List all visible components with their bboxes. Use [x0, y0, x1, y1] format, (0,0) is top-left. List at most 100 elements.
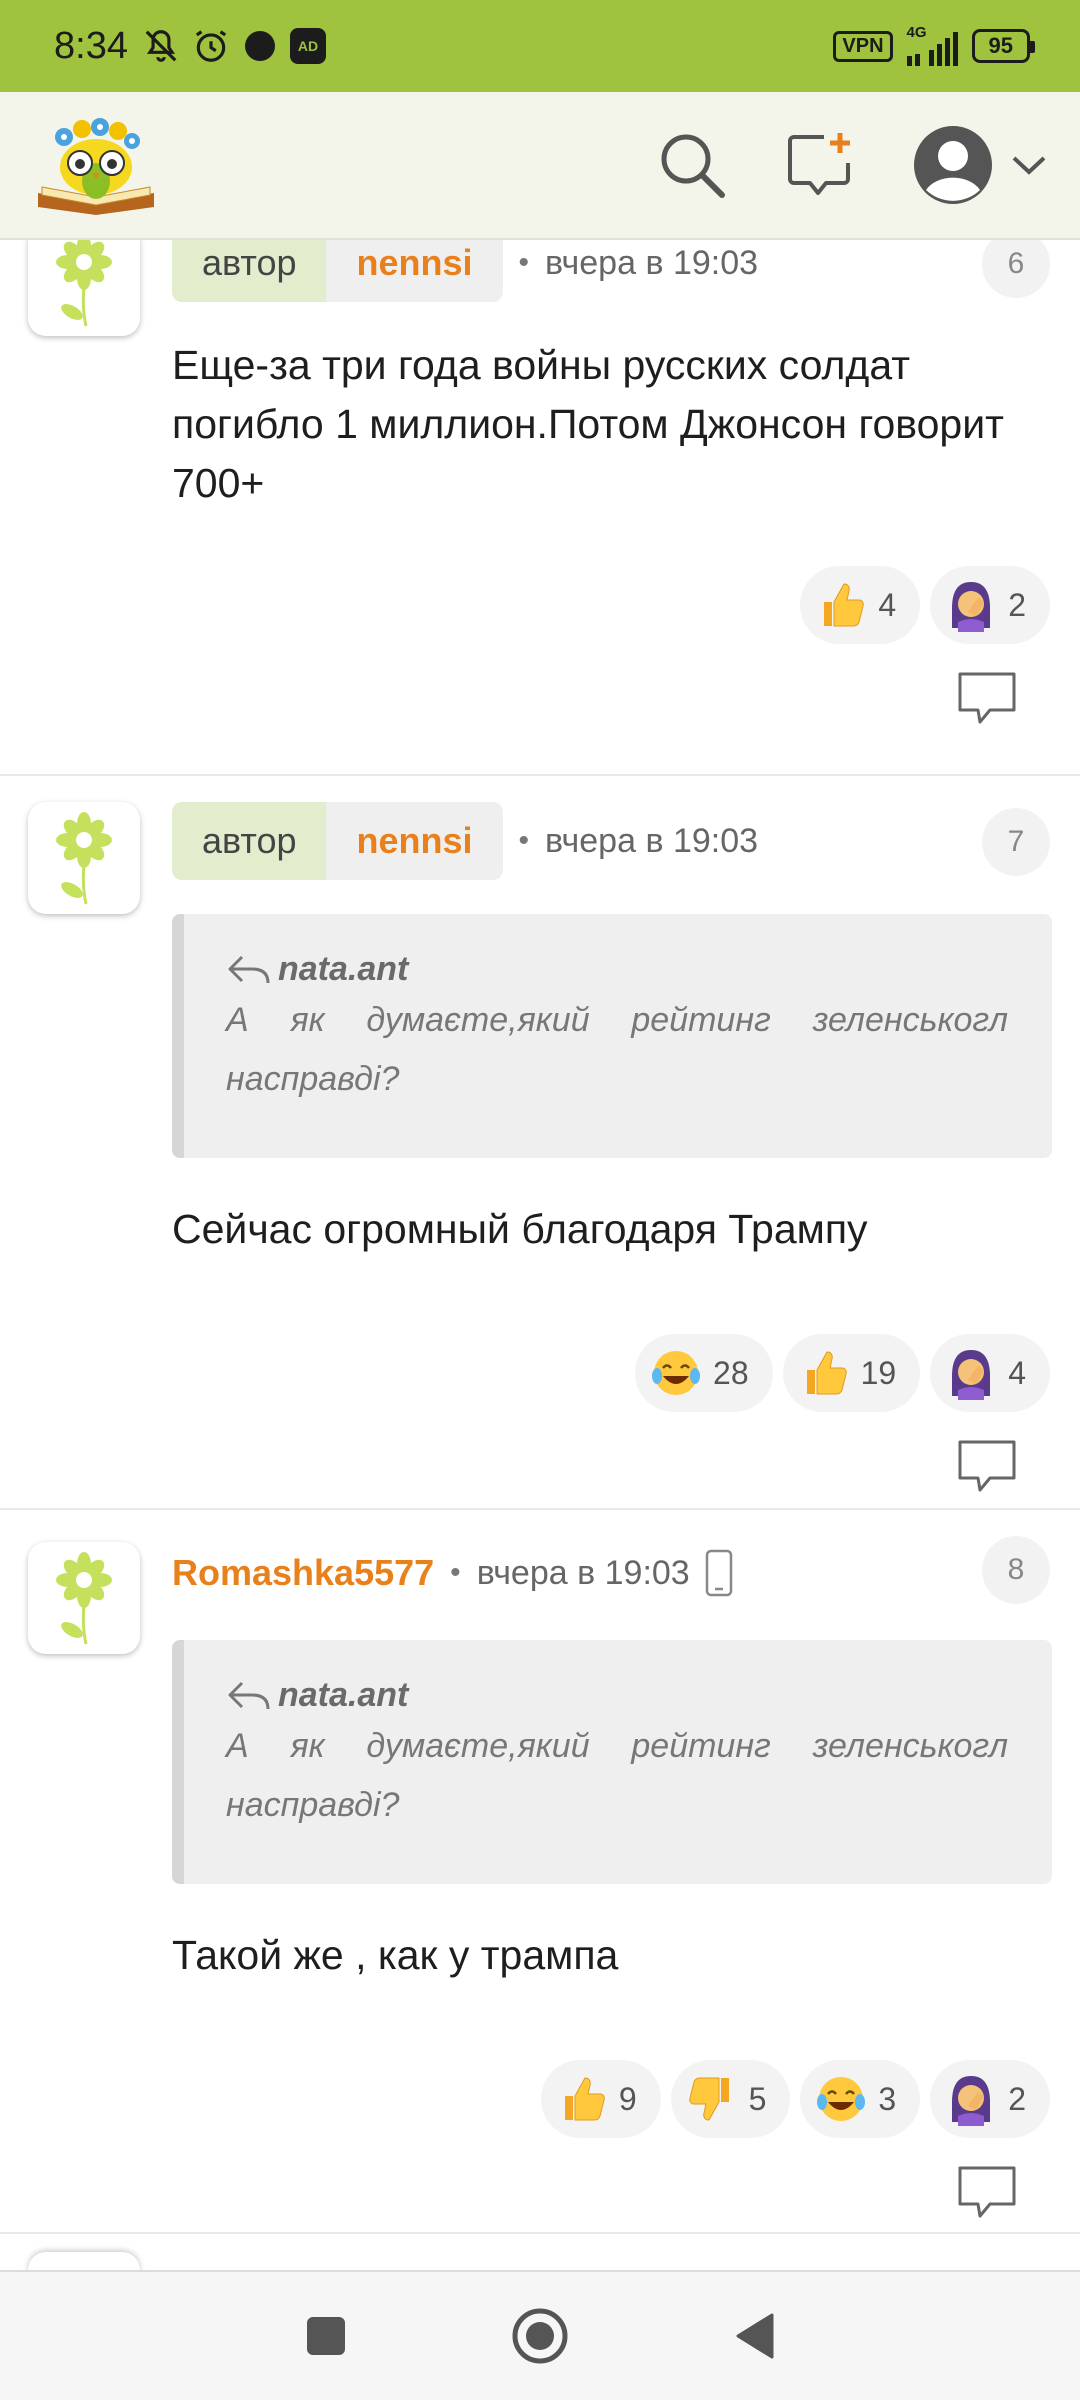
comment-text: Еще-за три года войны русских солдат пог…	[172, 342, 1004, 506]
battery-indicator: 95	[971, 29, 1036, 63]
recents-button[interactable]	[294, 2304, 358, 2368]
reactions-bar: 28 19 4	[635, 1334, 1050, 1412]
reaction-tears-of-joy[interactable]: 3	[800, 2060, 921, 2138]
author-label: автор	[172, 240, 327, 302]
author-badge[interactable]: автор nennsi	[172, 802, 503, 880]
status-bar: 8:34 AD VPN 4G 95	[0, 0, 1080, 92]
separator-dot: •	[518, 246, 530, 279]
comment-item: автор nennsi • вчера в 19:03 7 nata.ant …	[0, 776, 1080, 1510]
user-avatar[interactable]	[28, 240, 140, 336]
quote-text: А як думаєте,який рейтинг зеленськогл на…	[226, 1727, 1008, 1824]
quoted-comment[interactable]: nata.ant А як думаєте,який рейтинг зелен…	[172, 1640, 1052, 1884]
facepalm-icon	[952, 1350, 991, 1400]
home-button[interactable]	[508, 2304, 572, 2368]
search-icon[interactable]	[656, 129, 728, 201]
author-name[interactable]: nennsi	[326, 240, 503, 302]
square-icon	[307, 2317, 345, 2355]
quote-author-name[interactable]: nata.ant	[278, 950, 408, 989]
reaction-thumbs-up[interactable]: 4	[800, 566, 921, 644]
quoted-comment[interactable]: nata.ant А як думаєте,який рейтинг зелен…	[172, 914, 1052, 1158]
separator-dot: •	[450, 1556, 461, 1589]
notifications-off-icon	[145, 30, 177, 62]
comment-item: Romashka5577 • вчера в 19:03 8 nata.ant …	[0, 1510, 1080, 2234]
reaction-count: 4	[878, 586, 897, 623]
user-avatar[interactable]	[28, 802, 140, 914]
reaction-thumbs-up[interactable]: 9	[540, 2060, 661, 2138]
user-avatar[interactable]	[28, 1542, 140, 1654]
author-badge[interactable]: автор nennsi	[172, 240, 503, 302]
comment-time[interactable]: вчера в 19:03	[545, 822, 758, 861]
comment-text: Такой же , как у трампа	[172, 1932, 619, 1978]
reaction-count: 4	[1008, 1354, 1026, 1391]
comment-meta: автор nennsi • вчера в 19:03	[172, 802, 758, 880]
reaction-count: 28	[713, 1354, 749, 1391]
quote-text: А як думаєте,який рейтинг зеленськогл на…	[226, 1001, 1008, 1098]
profile-menu[interactable]	[912, 124, 1046, 206]
reaction-count: 19	[860, 1354, 897, 1391]
home-circle-icon	[512, 2308, 568, 2364]
reaction-facepalm[interactable]: 2	[930, 566, 1050, 644]
clock: 8:34	[54, 24, 128, 67]
reply-icon[interactable]	[956, 670, 1018, 726]
reaction-count: 3	[878, 2080, 897, 2117]
thumbs-up-icon	[806, 1351, 847, 1395]
system-navigation-bar	[0, 2270, 1080, 2400]
daisy-avatar-icon	[56, 240, 112, 327]
reaction-tears-of-joy[interactable]: 28	[635, 1334, 773, 1412]
comment-meta: Romashka5577 • вчера в 19:03	[172, 1534, 734, 1612]
comment-number[interactable]: 8	[982, 1536, 1050, 1604]
author-name[interactable]: nennsi	[326, 802, 503, 880]
daisy-avatar-icon	[56, 1552, 112, 1645]
thumbs-up-icon	[564, 2077, 605, 2121]
comment-number[interactable]: 6	[982, 240, 1050, 298]
thumbs-up-icon	[824, 583, 865, 627]
facepalm-icon	[952, 2076, 991, 2126]
reaction-facepalm[interactable]: 2	[930, 2060, 1050, 2138]
comment-meta: автор nennsi • вчера в 19:03	[172, 240, 758, 302]
reply-icon[interactable]	[956, 1438, 1018, 1494]
next-comment-peek	[28, 2252, 140, 2270]
avatar-icon	[914, 126, 992, 204]
quote-author-name[interactable]: nata.ant	[278, 1676, 408, 1715]
comments-feed[interactable]: автор nennsi • вчера в 19:03 6 Еще-за тр…	[0, 240, 1080, 2270]
quote-author: nata.ant	[226, 950, 1008, 989]
reply-arrow-icon	[228, 955, 270, 983]
facepalm-icon	[952, 582, 991, 632]
reply-arrow-icon	[228, 1681, 270, 1709]
alarm-icon	[195, 30, 227, 62]
reactions-bar: 4 2	[800, 566, 1050, 644]
record-dot-icon	[244, 31, 275, 61]
quote-author: nata.ant	[226, 1676, 1008, 1715]
app-header	[0, 92, 1080, 240]
back-button[interactable]	[722, 2304, 786, 2368]
book-owl-logo[interactable]	[34, 115, 158, 215]
vpn-indicator: VPN	[833, 30, 893, 62]
tears-of-joy-icon	[652, 1351, 701, 1395]
separator-dot: •	[518, 824, 530, 857]
comment-number[interactable]: 7	[982, 808, 1050, 876]
tears-of-joy-icon	[817, 2077, 866, 2121]
comment-text: Сейчас огромный благодаря Трампу	[172, 1206, 868, 1252]
reaction-count: 2	[1008, 586, 1026, 623]
reactions-bar: 9 5 3 2	[540, 2060, 1050, 2138]
reaction-count: 5	[748, 2080, 767, 2117]
adblock-icon: AD	[289, 28, 326, 64]
author-name[interactable]: Romashka5577	[172, 1552, 434, 1594]
signal-icon: 4G	[906, 24, 958, 66]
mobile-device-icon	[705, 1549, 732, 1597]
back-triangle-icon	[736, 2313, 774, 2359]
new-comment-icon[interactable]	[784, 129, 856, 201]
reaction-thumbs-up[interactable]: 19	[782, 1334, 921, 1412]
comment-time[interactable]: вчера в 19:03	[545, 244, 758, 283]
reaction-facepalm[interactable]: 4	[930, 1334, 1050, 1412]
daisy-avatar-icon	[56, 812, 112, 905]
thumbs-down-icon	[688, 2077, 729, 2121]
comment-time[interactable]: вчера в 19:03	[477, 1554, 690, 1593]
reply-icon[interactable]	[956, 2164, 1018, 2220]
chevron-down-icon	[1012, 156, 1046, 175]
comment-item: автор nennsi • вчера в 19:03 6 Еще-за тр…	[0, 240, 1080, 776]
reaction-thumbs-down[interactable]: 5	[670, 2060, 791, 2138]
reaction-count: 2	[1008, 2080, 1026, 2117]
reaction-count: 9	[618, 2080, 637, 2117]
author-label: автор	[172, 802, 327, 880]
